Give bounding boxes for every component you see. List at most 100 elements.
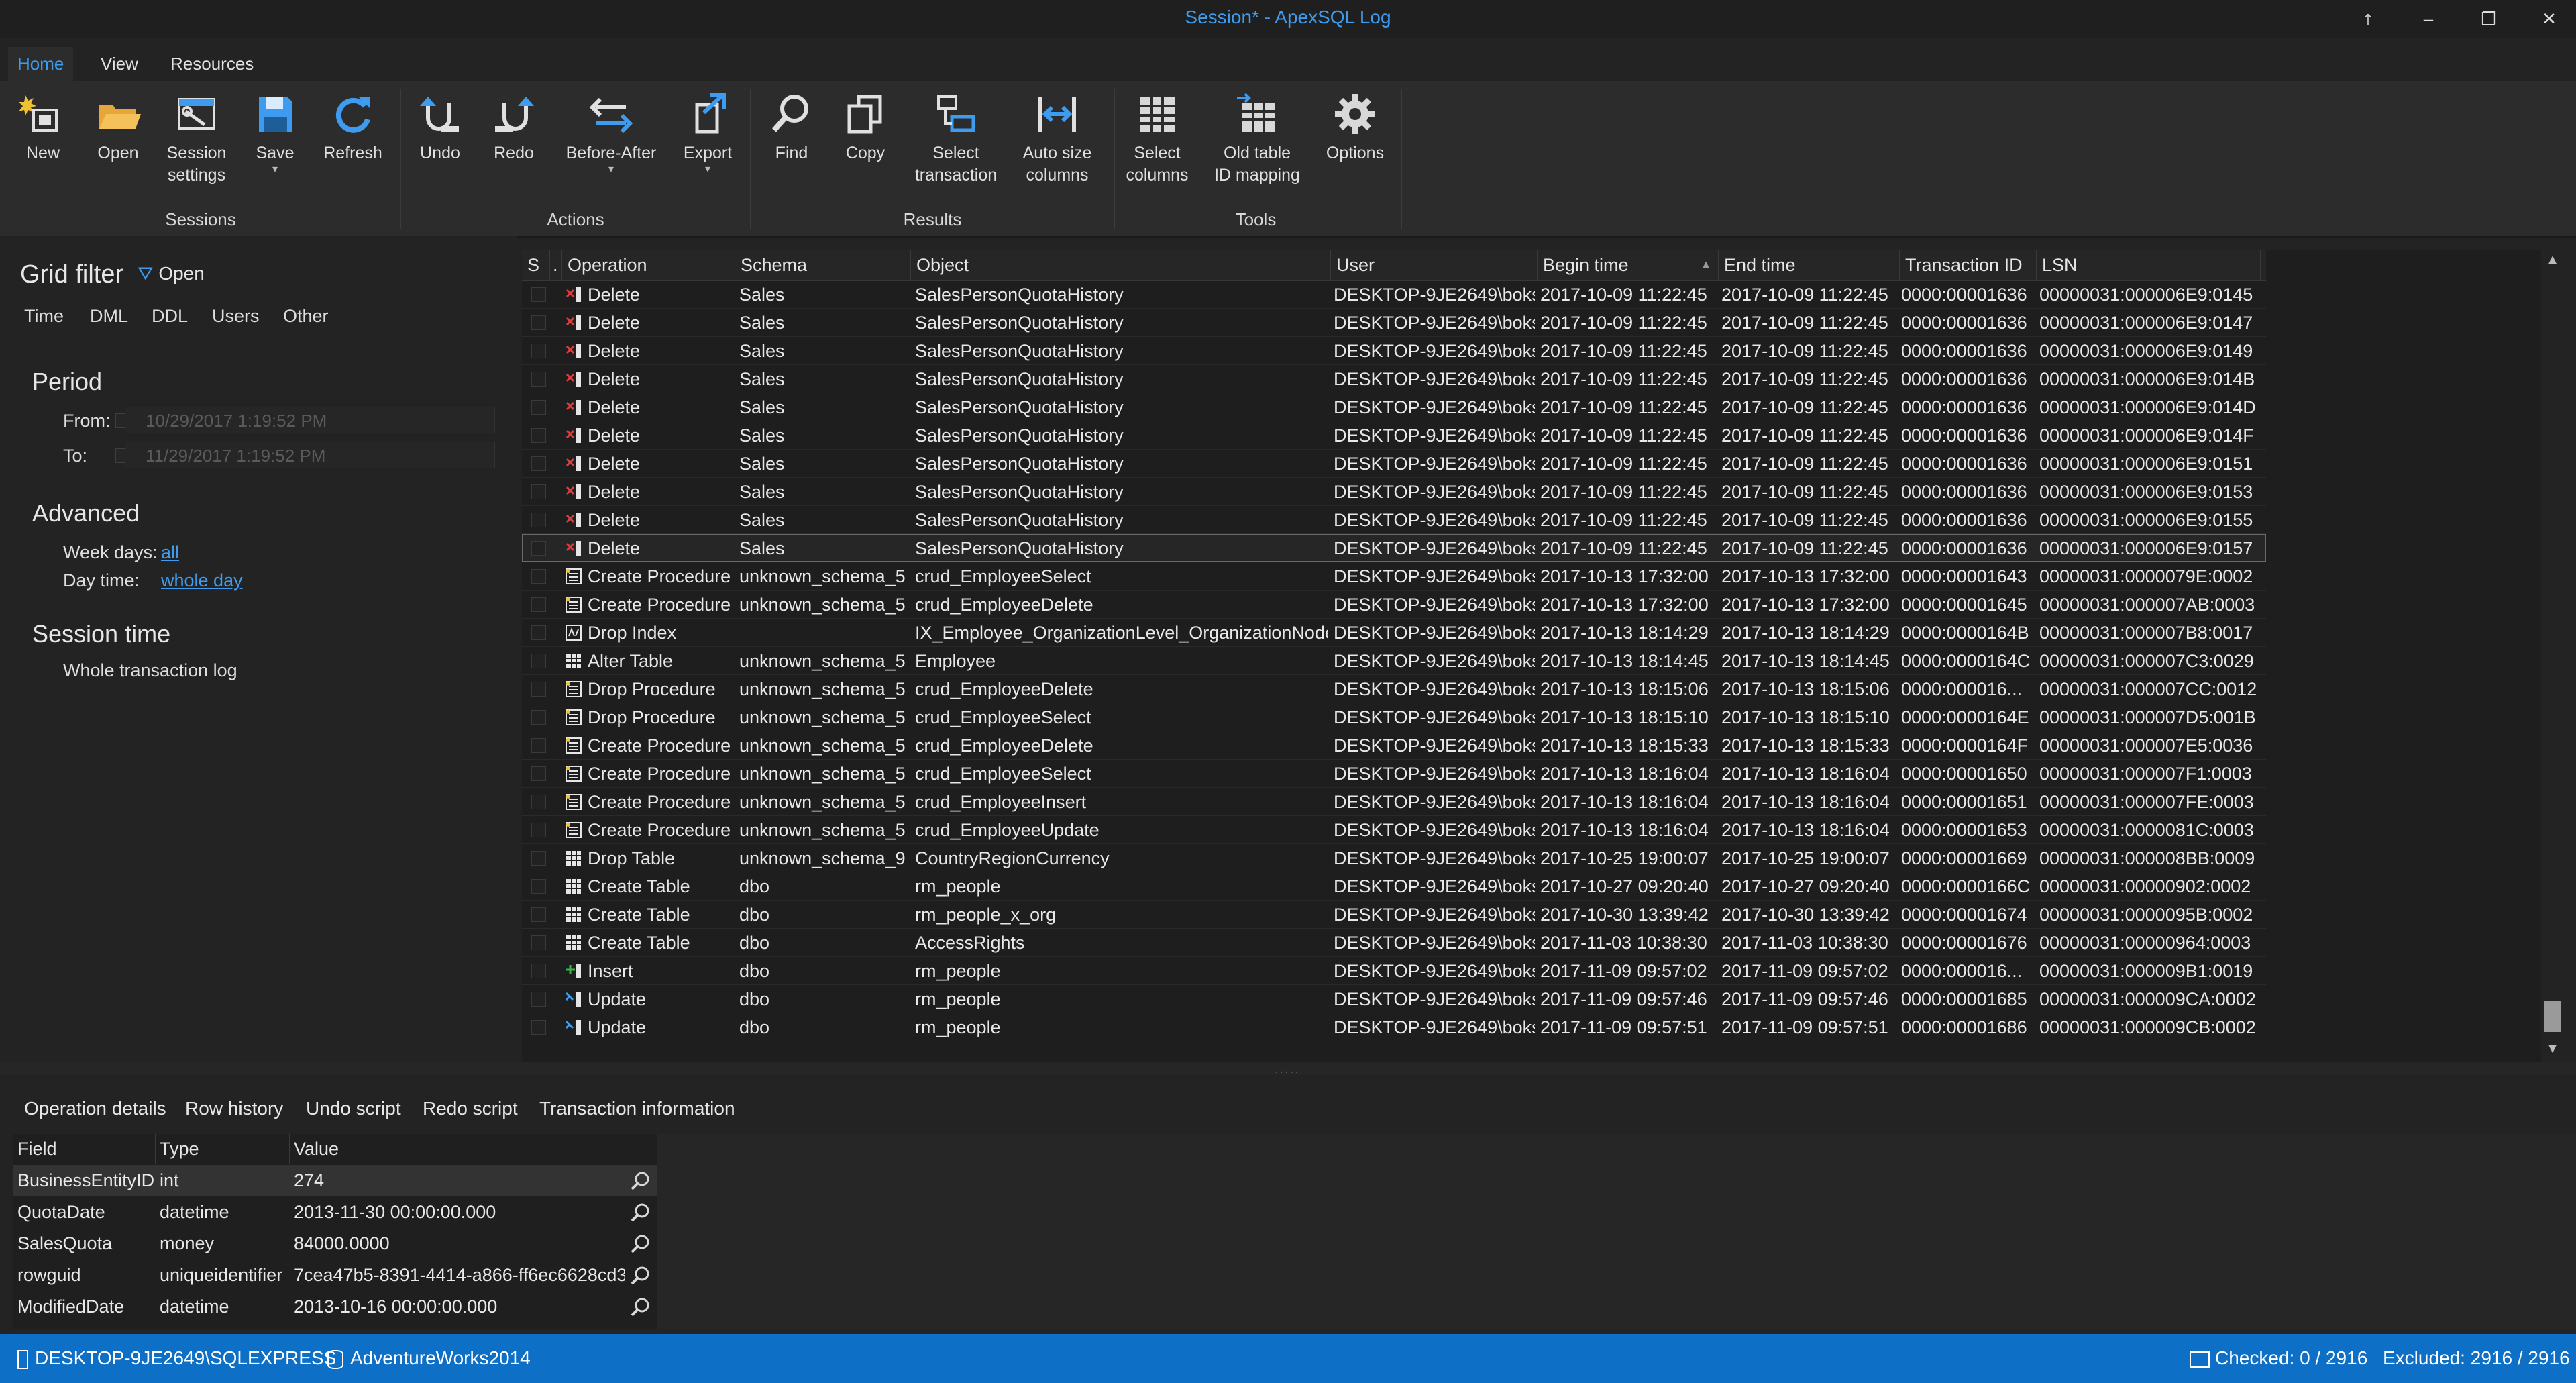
new-button[interactable]: New — [9, 90, 76, 164]
tab-row-history[interactable]: Row history — [185, 1098, 283, 1119]
filter-tab-users[interactable]: Users — [212, 306, 260, 327]
auto-size-columns-button[interactable]: Auto size columns — [1009, 90, 1106, 187]
row-checkbox[interactable] — [531, 625, 546, 640]
column-header-end-time[interactable]: End time — [1719, 250, 1900, 280]
scroll-down-arrow-icon[interactable]: ▼ — [2541, 1041, 2564, 1057]
row-checkbox[interactable] — [531, 795, 546, 809]
tab-undo-script[interactable]: Undo script — [306, 1098, 401, 1119]
day-time-link[interactable]: whole day — [161, 570, 243, 591]
before-after-dropdown-chevron-icon[interactable]: ▾ — [554, 164, 668, 175]
table-row[interactable]: Create Procedure unknown_schema_5 crud_Emp… — [522, 816, 2266, 844]
tab-resources[interactable]: Resources — [161, 47, 263, 81]
column-header-begin-time[interactable]: Begin time ▲ — [1538, 250, 1719, 280]
row-checkbox[interactable] — [531, 682, 546, 697]
table-row[interactable]: Delete Sales SalesPersonQuotaHistory DESKTO… — [522, 365, 2266, 393]
column-header-transaction-id[interactable]: Transaction ID — [1900, 250, 2037, 280]
table-row[interactable]: Drop Procedure unknown_schema_5 crud_Emplo… — [522, 703, 2266, 731]
details-row[interactable]: SalesQuota money 84000.0000 — [13, 1228, 657, 1259]
details-row[interactable]: ModifiedDate datetime 2013-10-16 00:00:00.… — [13, 1291, 657, 1322]
details-header-field[interactable]: Field — [13, 1134, 156, 1164]
details-row[interactable]: QuotaDate datetime 2013-11-30 00:00:00.000 — [13, 1196, 657, 1227]
filter-tab-ddl[interactable]: DDL — [152, 306, 188, 327]
row-checkbox[interactable] — [531, 738, 546, 753]
scroll-up-arrow-icon[interactable]: ▲ — [2541, 252, 2564, 268]
save-button[interactable]: Save ▾ — [243, 90, 307, 175]
session-settings-button[interactable]: Session settings — [153, 90, 240, 187]
row-checkbox[interactable] — [531, 569, 546, 584]
table-row[interactable]: Drop Index IX_Employee_OrganizationLevel_… — [522, 619, 2266, 647]
column-header-select[interactable]: S — [522, 250, 550, 280]
table-row[interactable]: Delete Sales SalesPersonQuotaHistory DESKTO… — [522, 478, 2266, 506]
select-transaction-button[interactable]: Select transaction — [906, 90, 1006, 187]
row-checkbox[interactable] — [531, 1020, 546, 1035]
row-checkbox[interactable] — [531, 287, 546, 302]
tab-operation-details[interactable]: Operation details — [24, 1098, 166, 1119]
details-row[interactable]: rowguid uniqueidentifier 7cea47b5-8391-441… — [13, 1260, 657, 1290]
magnifier-icon[interactable] — [629, 1202, 651, 1223]
old-table-id-mapping-button[interactable]: Old table ID mapping — [1205, 90, 1309, 187]
row-checkbox[interactable] — [531, 766, 546, 781]
table-row[interactable]: Update dbo rm_people DESKTOP-9JE2649\boksi 2… — [522, 985, 2266, 1013]
row-checkbox[interactable] — [531, 513, 546, 527]
table-row[interactable]: Delete Sales SalesPersonQuotaHistory DESKTO… — [522, 506, 2266, 534]
pin-window-button[interactable]: ⤒ — [2348, 5, 2388, 32]
table-row[interactable]: Create Procedure unknown_schema_5 crud_Emp… — [522, 788, 2266, 816]
grid-filter-open-button[interactable]: ⛛ Open — [138, 263, 205, 285]
options-button[interactable]: Options — [1319, 90, 1391, 164]
undo-button[interactable]: Undo — [407, 90, 474, 164]
row-checkbox[interactable] — [531, 710, 546, 725]
table-row[interactable]: Update dbo rm_people DESKTOP-9JE2649\boksi 2… — [522, 1013, 2266, 1041]
details-header-value[interactable]: Value — [290, 1134, 657, 1164]
column-header-icon[interactable]: . — [550, 250, 562, 280]
magnifier-icon[interactable] — [629, 1170, 651, 1192]
table-row[interactable]: Create Table dbo AccessRights DESKTOP-9JE26… — [522, 929, 2266, 957]
table-row[interactable]: Create Procedure unknown_schema_5 crud_Emp… — [522, 562, 2266, 591]
table-row[interactable]: Alter Table unknown_schema_5 Employee DESKT… — [522, 647, 2266, 675]
scrollbar-thumb[interactable] — [2544, 1001, 2561, 1032]
table-row[interactable]: Delete Sales SalesPersonQuotaHistory DESKTO… — [522, 280, 2266, 309]
panel-splitter[interactable]: ..... — [0, 1062, 2576, 1076]
tab-transaction-information[interactable]: Transaction information — [539, 1098, 735, 1119]
row-checkbox[interactable] — [531, 541, 546, 556]
grid-vertical-scrollbar[interactable]: ▲ ▼ — [2541, 250, 2564, 1062]
row-checkbox[interactable] — [531, 315, 546, 330]
table-row[interactable]: Create Table dbo rm_people_x_org DESKTOP-9J… — [522, 901, 2266, 929]
restore-button[interactable]: ❐ — [2469, 5, 2509, 32]
export-button[interactable]: Export ▾ — [674, 90, 742, 175]
open-button[interactable]: Open — [86, 90, 150, 164]
table-row[interactable]: Create Table dbo rm_people DESKTOP-9JE2649\… — [522, 872, 2266, 901]
close-button[interactable]: ✕ — [2529, 5, 2569, 32]
column-header-object[interactable]: Object — [911, 250, 1331, 280]
row-checkbox[interactable] — [531, 400, 546, 415]
table-row[interactable]: Create Procedure unknown_schema_5 crud_Emp… — [522, 760, 2266, 788]
row-checkbox[interactable] — [531, 372, 546, 387]
filter-tab-dml[interactable]: DML — [90, 306, 128, 327]
table-row[interactable]: Create Procedure unknown_schema_5 crud_Emp… — [522, 591, 2266, 619]
from-date-input[interactable]: 10/29/2017 1:19:52 PM — [125, 407, 495, 433]
table-row[interactable]: Delete Sales SalesPersonQuotaHistory DESKTO… — [522, 421, 2266, 450]
minimize-button[interactable]: – — [2408, 5, 2449, 32]
week-days-link[interactable]: all — [161, 542, 179, 563]
column-header-user[interactable]: User — [1331, 250, 1538, 280]
magnifier-icon[interactable] — [629, 1233, 651, 1255]
export-dropdown-chevron-icon[interactable]: ▾ — [674, 164, 742, 175]
row-checkbox[interactable] — [531, 907, 546, 922]
tab-redo-script[interactable]: Redo script — [423, 1098, 518, 1119]
magnifier-icon[interactable] — [629, 1265, 651, 1286]
row-checkbox[interactable] — [531, 964, 546, 978]
row-checkbox[interactable] — [531, 654, 546, 668]
select-columns-button[interactable]: Select columns — [1122, 90, 1193, 187]
table-row[interactable]: Drop Table unknown_schema_9 CountryRegionC… — [522, 844, 2266, 872]
filter-tab-time[interactable]: Time — [24, 306, 64, 327]
row-checkbox[interactable] — [531, 344, 546, 358]
tab-home[interactable]: Home — [8, 47, 74, 81]
row-checkbox[interactable] — [531, 935, 546, 950]
row-checkbox[interactable] — [531, 992, 546, 1007]
table-row[interactable]: Insert dbo rm_people DESKTOP-9JE2649\boksi 2… — [522, 957, 2266, 985]
table-row[interactable]: Delete Sales SalesPersonQuotaHistory DESKTO… — [522, 337, 2266, 365]
row-checkbox[interactable] — [531, 484, 546, 499]
refresh-button[interactable]: Refresh — [315, 90, 390, 164]
table-row[interactable]: Delete Sales SalesPersonQuotaHistory DESKTO… — [522, 393, 2266, 421]
column-header-lsn[interactable]: LSN — [2037, 250, 2261, 280]
details-header-type[interactable]: Type — [156, 1134, 290, 1164]
